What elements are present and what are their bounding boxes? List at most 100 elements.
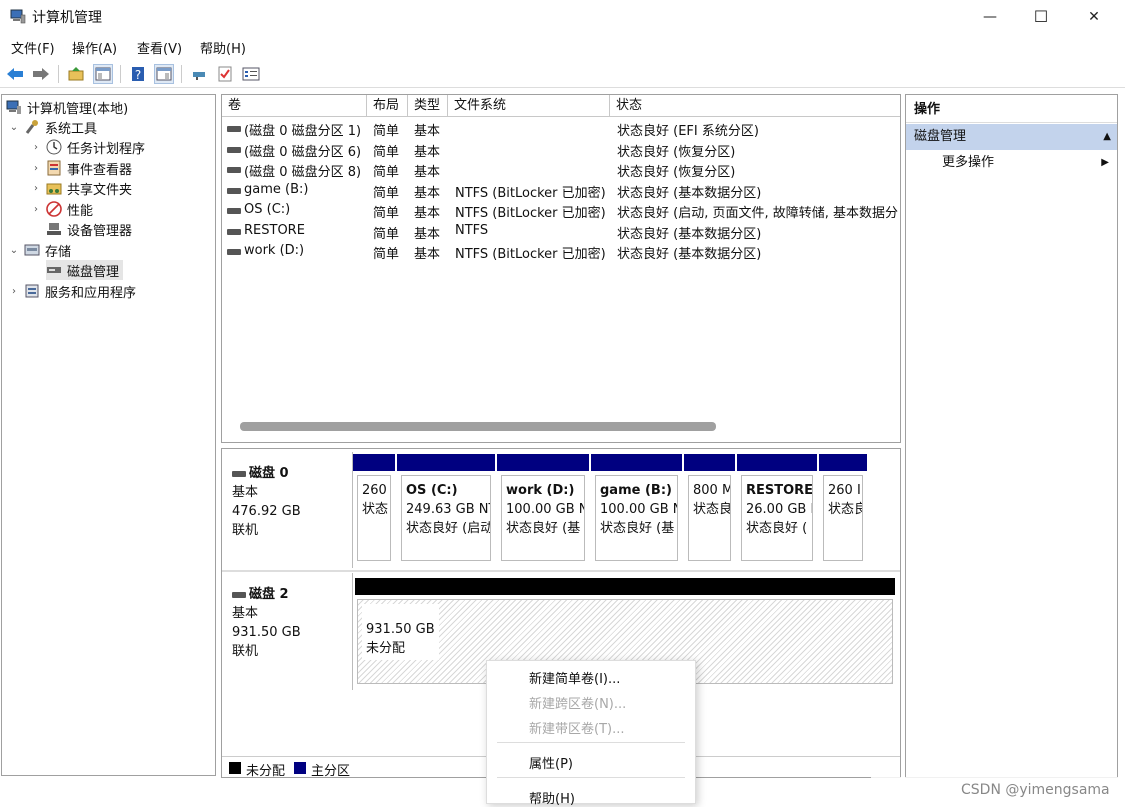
show-tree-button[interactable]: [93, 64, 113, 84]
checklist-icon: [218, 66, 232, 82]
menu-help[interactable]: 帮助(H): [200, 38, 246, 57]
up-folder-button[interactable]: [66, 64, 86, 84]
column-header-status[interactable]: 状态: [610, 95, 900, 117]
actions-pane: 操作 磁盘管理 ▲ 更多操作 ▶: [905, 94, 1118, 778]
table-row[interactable]: game (B:) 简单 基本 NTFS (BitLocker 已加密) 状态良好 (基…: [222, 181, 900, 201]
column-header-volume[interactable]: 卷: [222, 95, 367, 117]
chevron-down-icon[interactable]: ⌄: [8, 245, 20, 256]
actions-more-operations[interactable]: 更多操作 ▶: [906, 150, 1117, 176]
console-tree-icon: [95, 67, 111, 81]
volume-icon: [227, 187, 241, 194]
help-icon: ?: [132, 67, 144, 82]
tree-item-device-manager[interactable]: 设备管理器: [46, 219, 132, 239]
forward-button[interactable]: [31, 64, 51, 84]
table-cell-vol: RESTORE: [244, 222, 305, 238]
tree-item-disk-management[interactable]: 磁盘管理: [46, 260, 124, 280]
disk-0-name: 磁盘 0: [232, 464, 342, 483]
actions-section-disk-management[interactable]: 磁盘管理 ▲: [906, 124, 1117, 150]
properties-button[interactable]: [241, 64, 261, 84]
menu-file[interactable]: 文件(F): [11, 38, 55, 57]
disk-0-info[interactable]: 磁盘 0 基本 476.92 GB 联机: [222, 452, 353, 568]
connect-button[interactable]: [189, 64, 209, 84]
window-title: 计算机管理: [32, 10, 102, 26]
tree-item-task-scheduler[interactable]: › 任务计划程序: [30, 137, 145, 157]
tree-item-performance[interactable]: › 性能: [30, 199, 93, 219]
key-icon: [193, 72, 205, 80]
menu-item-new-simple-volume[interactable]: 新建简单卷(I)...: [529, 668, 620, 687]
table-row[interactable]: (磁盘 0 磁盘分区 8) 简单 基本 状态良好 (恢复分区): [222, 160, 900, 180]
legend-unallocated-swatch: [229, 762, 241, 774]
tree-item-shared-folders[interactable]: › 共享文件夹: [30, 178, 132, 198]
table-cell-layout: 简单: [373, 226, 400, 242]
menu-item-properties[interactable]: 属性(P): [529, 753, 573, 772]
menu-item-new-spanned-volume[interactable]: 新建跨区卷(N)...: [529, 693, 626, 712]
minimize-button[interactable]: —: [966, 0, 1014, 33]
chevron-right-icon[interactable]: ›: [8, 286, 20, 297]
action-pane-icon: [156, 67, 172, 81]
menu-action[interactable]: 操作(A): [72, 38, 117, 57]
back-button[interactable]: [5, 64, 25, 84]
navigation-tree: 计算机管理(本地) ⌄ 系统工具 › 任务计划程序 › 事件查看器 › 共享文件…: [1, 94, 216, 776]
checklist-button[interactable]: [215, 64, 235, 84]
disk-icon: [232, 591, 246, 598]
services-icon: [25, 284, 39, 298]
disk-0-size: 476.92 GB: [232, 504, 301, 519]
tree-item-storage[interactable]: ⌄ 存储: [8, 240, 71, 260]
disk-2-type: 基本: [232, 606, 259, 621]
chevron-down-icon[interactable]: ⌄: [8, 122, 20, 133]
show-action-pane-button[interactable]: [154, 64, 174, 84]
table-cell-layout: 简单: [373, 185, 400, 201]
table-cell-type: 基本: [414, 226, 441, 242]
tree-item-system-tools[interactable]: ⌄ 系统工具: [8, 117, 97, 137]
close-button[interactable]: ✕: [1070, 0, 1118, 33]
disk-0-type: 基本: [232, 485, 259, 500]
horizontal-scrollbar[interactable]: [240, 422, 716, 431]
table-cell-type: 基本: [414, 124, 441, 139]
chevron-right-icon[interactable]: ›: [30, 142, 42, 153]
partition-game-b[interactable]: game (B:) 100.00 GB N 状态良好 (基: [591, 454, 684, 567]
legend-primary-label: 主分区: [311, 764, 351, 778]
table-row[interactable]: OS (C:) 简单 基本 NTFS (BitLocker 已加密) 状态良好 (启动,…: [222, 201, 900, 221]
computer-management-icon: [6, 100, 21, 114]
table-cell-layout: 简单: [373, 144, 400, 160]
performance-icon: [46, 201, 62, 217]
disk-2-size: 931.50 GB: [232, 625, 301, 640]
table-cell-type: 基本: [414, 206, 441, 221]
volume-icon: [227, 167, 241, 173]
menu-item-help[interactable]: 帮助(H): [529, 788, 575, 807]
table-cell-fs: NTFS (BitLocker 已加密): [455, 185, 606, 201]
table-row[interactable]: work (D:) 简单 基本 NTFS (BitLocker 已加密) 状态良好 (基…: [222, 242, 900, 262]
chevron-right-icon[interactable]: ›: [30, 183, 42, 194]
chevron-right-icon[interactable]: ›: [30, 204, 42, 215]
partition-efi[interactable]: 260 状态: [353, 454, 397, 567]
menu-view[interactable]: 查看(V): [137, 38, 182, 57]
partition-restore[interactable]: RESTORE 26.00 GB I 状态良好 (: [737, 454, 819, 567]
table-row[interactable]: RESTORE 简单 基本 NTFS 状态良好 (基本数据分区): [222, 222, 900, 242]
table-row[interactable]: (磁盘 0 磁盘分区 1) 简单 基本 状态良好 (EFI 系统分区): [222, 119, 900, 139]
table-cell-fs: NTFS (BitLocker 已加密): [455, 206, 606, 221]
partition-work-d[interactable]: work (D:) 100.00 GB N 状态良好 (基: [497, 454, 591, 567]
tree-item-event-viewer[interactable]: › 事件查看器: [30, 158, 132, 178]
column-header-filesystem[interactable]: 文件系统: [448, 95, 610, 117]
table-cell-fs: NTFS: [455, 222, 489, 238]
table-cell-vol: (磁盘 0 磁盘分区 8): [244, 165, 362, 180]
unallocated-size: 931.50 GB: [366, 622, 435, 637]
table-cell-vol: (磁盘 0 磁盘分区 6): [244, 144, 362, 160]
partition-os-c[interactable]: OS (C:) 249.63 GB NT 状态良好 (启动: [397, 454, 497, 567]
help-button[interactable]: ?: [128, 64, 148, 84]
tree-item-root[interactable]: 计算机管理(本地): [6, 97, 128, 117]
collapse-up-icon[interactable]: ▲: [1103, 124, 1111, 150]
unallocated-status: 未分配: [366, 641, 406, 656]
table-cell-layout: 简单: [373, 165, 400, 180]
partition-recovery[interactable]: 800 M 状态良: [684, 454, 737, 567]
actions-header: 操作: [906, 97, 1117, 123]
maximize-button[interactable]: ☐: [1017, 0, 1065, 33]
column-header-type[interactable]: 类型: [408, 95, 448, 117]
chevron-right-icon[interactable]: ›: [30, 163, 42, 174]
table-row[interactable]: (磁盘 0 磁盘分区 6) 简单 基本 状态良好 (恢复分区): [222, 140, 900, 160]
partition-recovery-2[interactable]: 260 I状态良: [819, 454, 869, 567]
disk-2-info[interactable]: 磁盘 2 基本 931.50 GB 联机: [222, 573, 353, 690]
menu-item-new-striped-volume[interactable]: 新建带区卷(T)...: [529, 718, 624, 737]
column-header-layout[interactable]: 布局: [367, 95, 408, 117]
tree-item-services-apps[interactable]: › 服务和应用程序: [8, 281, 136, 301]
